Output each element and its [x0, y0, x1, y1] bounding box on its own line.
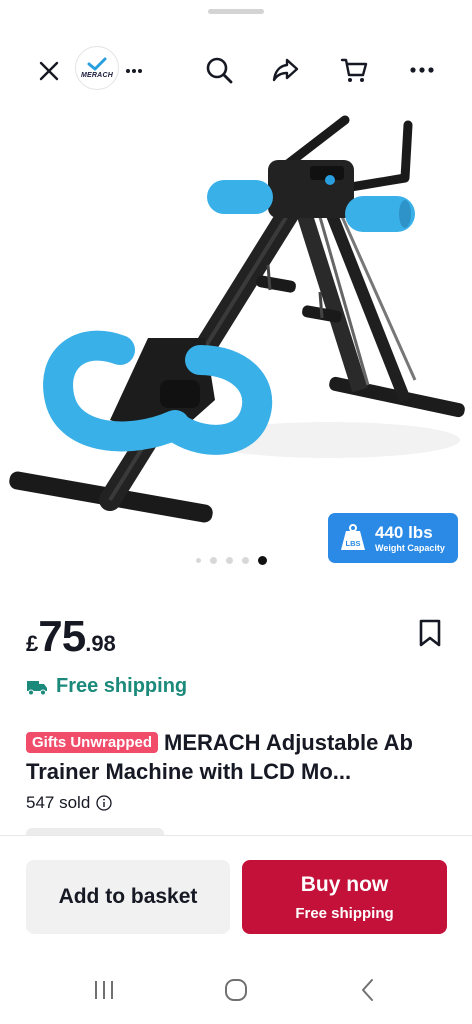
back-icon[interactable] — [348, 976, 388, 1004]
badge-value: 440 lbs — [375, 522, 433, 542]
gift-tag: Gifts Unwrapped — [26, 732, 159, 753]
pagination-dot[interactable] — [210, 557, 217, 564]
home-icon[interactable] — [216, 976, 256, 1004]
shipping-info: Free shipping — [26, 675, 187, 698]
pagination-dot[interactable] — [196, 558, 201, 563]
system-nav-bar — [0, 960, 472, 1024]
buy-now-sublabel: Free shipping — [295, 904, 394, 922]
price-currency: £ — [26, 631, 39, 656]
ab-trainer-product-image — [9, 115, 465, 523]
pagination-dot[interactable] — [226, 557, 233, 564]
store-more-icon[interactable] — [122, 54, 146, 88]
sold-text: 547 sold — [26, 793, 91, 812]
gallery-pagination — [196, 556, 267, 565]
sheet-drag-handle[interactable] — [208, 9, 264, 14]
store-logo[interactable]: MERACH — [75, 46, 119, 90]
pagination-dot[interactable] — [242, 557, 249, 564]
recent-apps-icon[interactable] — [84, 976, 124, 1004]
buy-now-label: Buy now — [300, 872, 389, 896]
weight-icon: LBS — [341, 524, 365, 550]
bookmark-icon[interactable] — [416, 618, 444, 648]
shipping-text: Free shipping — [56, 675, 188, 697]
delivery-truck-icon — [27, 680, 47, 695]
info-icon[interactable] — [96, 795, 112, 811]
pagination-dot-active[interactable] — [258, 556, 267, 565]
more-icon[interactable] — [404, 52, 440, 88]
add-to-basket-button[interactable]: Add to basket — [26, 860, 230, 934]
product-image-gallery[interactable]: LBS 440 lbs Weight Capacity — [0, 100, 472, 580]
store-logo-text: MERACH — [81, 72, 113, 79]
price-main: 75 — [38, 612, 86, 661]
product-title[interactable]: Gifts Unwrapped MERACH Adjustable Ab Trai… — [26, 728, 446, 786]
weight-icon-label: LBS — [346, 539, 361, 548]
weight-capacity-badge: LBS 440 lbs Weight Capacity — [328, 513, 458, 563]
buy-now-button[interactable]: Buy now Free shipping — [242, 860, 447, 934]
top-bar: MERACH — [0, 40, 472, 100]
price-decimal: .98 — [85, 631, 116, 656]
sold-count: 547 sold — [26, 793, 112, 813]
divider — [0, 835, 472, 836]
close-icon[interactable] — [32, 54, 66, 88]
badge-caption: Weight Capacity — [375, 542, 445, 553]
search-icon[interactable] — [201, 52, 237, 88]
product-price: £ 75 .98 — [26, 612, 116, 662]
cart-icon[interactable] — [336, 52, 372, 88]
add-to-basket-label: Add to basket — [58, 885, 198, 908]
share-icon[interactable] — [267, 52, 303, 88]
